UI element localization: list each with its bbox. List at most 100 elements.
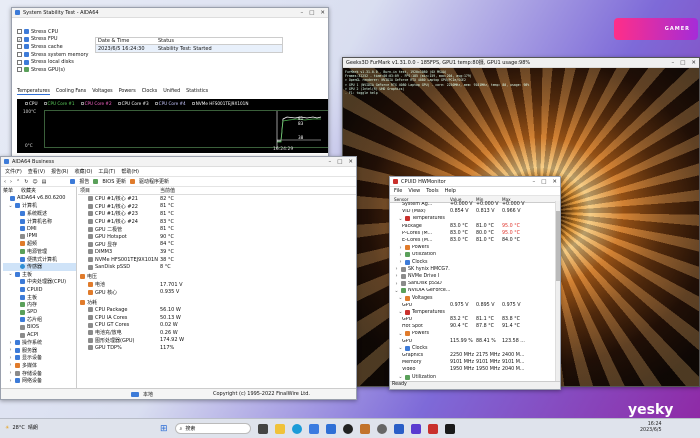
file-explorer-icon[interactable] <box>274 423 285 434</box>
tree-item[interactable]: 主板 <box>3 293 76 301</box>
tree-item[interactable]: 传感器 <box>3 262 76 271</box>
tree-tab-menu[interactable]: 菜单 <box>3 187 13 194</box>
tree-item[interactable]: › 存储设备 <box>3 369 76 377</box>
tree-toggle-icon[interactable]: › <box>8 370 13 376</box>
aida-task-icon[interactable] <box>393 423 404 434</box>
hwm-row[interactable]: P-Cores (M... 83.0 °C 80.0 °C 95.0 °C <box>390 230 560 237</box>
tree-toggle-icon[interactable]: ⌄ <box>8 271 13 277</box>
tree-item[interactable]: › 显示设备 <box>3 354 76 362</box>
tree-item[interactable]: 便携式计算机 <box>3 255 76 263</box>
app-icon[interactable] <box>410 423 421 434</box>
tree-toggle-icon[interactable]: › <box>8 347 13 353</box>
tree-item[interactable]: › 多媒体 <box>3 362 76 370</box>
hwm-row[interactable]: › NVMe Drive I <box>390 273 560 280</box>
minimize-icon[interactable]: – <box>300 10 303 16</box>
menu-item[interactable]: 文件(F) <box>5 168 22 175</box>
checkbox[interactable] <box>17 44 22 50</box>
hwm-row[interactable]: Memory 9101 MHz 9101 MHz 9101 M... <box>390 359 560 366</box>
tree-toggle-icon[interactable]: › <box>8 355 13 361</box>
hwm-row[interactable]: Video 1950 MHz 1950 MHz 2040 M... <box>390 366 560 373</box>
bios-update-button[interactable]: BIOS 更新 <box>102 178 126 185</box>
settings-icon[interactable] <box>376 423 387 434</box>
aida-titlebar[interactable]: AIDA64 Business – □ ✕ <box>1 157 356 167</box>
graph-tab[interactable]: Clocks <box>142 89 158 95</box>
hwm-row[interactable]: Package 83.0 °C 81.0 °C 95.0 °C <box>390 223 560 230</box>
back-icon[interactable]: ‹ <box>4 179 6 185</box>
menu-item[interactable]: 查看(V) <box>28 168 45 175</box>
checkbox[interactable] <box>17 67 22 73</box>
tree-toggle-icon[interactable]: ⌄ <box>398 345 403 351</box>
tree-toggle-icon[interactable]: › <box>398 245 403 251</box>
hwm-row[interactable]: E-Cores (M... 83.0 °C 81.0 °C 84.0 °C <box>390 237 560 244</box>
hwm-scrollbar[interactable] <box>555 201 560 383</box>
tree-tab-favorites[interactable]: 收藏夹 <box>21 187 36 194</box>
hwmonitor-window[interactable]: CPUID HWMonitor – □ ✕ File View Tools Help Se… <box>389 176 561 390</box>
legend-checkbox[interactable] <box>117 102 121 105</box>
menu-item[interactable]: View <box>408 188 420 194</box>
taskbar-search[interactable]: ⌕ 搜索 <box>174 423 251 434</box>
hwm-row[interactable]: VID (Max) 0.854 V 0.813 V 0.966 V <box>390 208 560 215</box>
graph-tab[interactable]: Temperatures <box>17 89 50 95</box>
hwm-row[interactable]: › Powers <box>390 244 560 251</box>
task-view-icon[interactable] <box>257 423 268 434</box>
menu-item[interactable]: 报告(R) <box>51 168 68 175</box>
stress-option[interactable]: ✓ Stress FPU <box>17 36 95 44</box>
tree-toggle-icon[interactable]: ⌄ <box>394 288 399 294</box>
tree-item[interactable]: › 操作系统 <box>3 339 76 347</box>
close-icon[interactable]: ✕ <box>348 159 353 165</box>
tree-item[interactable]: 内存 <box>3 301 76 309</box>
minimize-icon[interactable]: – <box>532 179 535 185</box>
legend-checkbox[interactable] <box>154 102 158 105</box>
app-icon-2[interactable] <box>444 423 455 434</box>
user-icon[interactable]: ☺ <box>32 179 37 185</box>
menu-item[interactable]: File <box>394 188 402 194</box>
hwm-row[interactable]: ⌄ Voltages <box>390 294 560 301</box>
furmark-titlebar[interactable]: Geeks3D FurMark v1.31.0.0 - 185FPS, GPU1… <box>343 58 699 68</box>
tree-toggle-icon[interactable]: › <box>394 273 399 279</box>
legend-item[interactable]: CPU Core #1 <box>43 101 75 106</box>
minimize-icon[interactable]: – <box>671 60 674 66</box>
hwm-row[interactable]: GPU 83.2 °C 81.1 °C 83.8 °C <box>390 316 560 323</box>
checkbox[interactable] <box>17 59 22 65</box>
legend-item[interactable]: CPU Core #3 <box>117 101 149 106</box>
furmark-task-icon[interactable] <box>359 423 370 434</box>
tree-item[interactable]: ACPI <box>3 331 76 339</box>
hwm-row[interactable]: Hot Spot 90.4 °C 87.8 °C 91.4 °C <box>390 323 560 330</box>
mail-icon[interactable] <box>325 423 336 434</box>
maximize-icon[interactable]: □ <box>541 179 546 185</box>
tree-toggle-icon[interactable]: ⌄ <box>398 331 403 337</box>
menu-item[interactable]: 帮助(H) <box>121 168 139 175</box>
chart-icon[interactable]: ▤ <box>42 179 47 185</box>
tree-item[interactable]: ⌄ 计算机 <box>3 202 76 210</box>
tree-toggle-icon[interactable]: › <box>8 340 13 346</box>
close-icon[interactable]: ✕ <box>691 60 696 66</box>
graph-tab[interactable]: Statistics <box>186 89 208 95</box>
menu-item[interactable]: Tools <box>426 188 438 194</box>
hwm-row[interactable]: › SanDisk pSSD <box>390 280 560 287</box>
tree-item[interactable]: › 网络设备 <box>3 377 76 385</box>
tree-toggle-icon[interactable]: ⌄ <box>8 203 13 209</box>
tree-item[interactable]: BIOS <box>3 324 76 332</box>
graph-tab[interactable]: Voltages <box>92 89 113 95</box>
aida64-window[interactable]: AIDA64 Business – □ ✕ 文件(F) 查看(V) 报告(R) 收藏(O)… <box>0 156 357 400</box>
edge-icon[interactable] <box>291 423 302 434</box>
legend-checkbox[interactable] <box>25 102 28 105</box>
up-icon[interactable]: ⌃ <box>16 179 20 185</box>
graph-tab[interactable]: Cooling Fans <box>56 89 86 95</box>
tree-toggle-icon[interactable]: ⌄ <box>398 295 403 301</box>
tree-toggle-icon[interactable]: › <box>394 281 399 287</box>
hwm-row[interactable]: ⌄ NVIDIA GeForce... <box>390 287 560 294</box>
minimize-icon[interactable]: – <box>328 159 331 165</box>
stress-option[interactable]: Stress system memory <box>17 51 95 59</box>
legend-item[interactable]: NVMe HFS001TEJ9X101N <box>191 101 248 106</box>
hwm-row[interactable]: GPU 0.975 V 0.895 V 0.975 V <box>390 302 560 309</box>
tree-item[interactable]: CPUID <box>3 286 76 294</box>
tree-toggle-icon[interactable]: ⌄ <box>398 374 403 380</box>
tree-item[interactable]: DMI <box>3 225 76 233</box>
stress-option[interactable]: Stress local disks <box>17 58 95 66</box>
hwm-titlebar[interactable]: CPUID HWMonitor – □ ✕ <box>390 177 560 187</box>
tree-item[interactable]: 系统概述 <box>3 210 76 218</box>
tree-item[interactable]: 中央处理器(CPU) <box>3 278 76 286</box>
tree-item[interactable]: 电源管理 <box>3 248 76 256</box>
tree-toggle-icon[interactable]: ⌄ <box>398 309 403 315</box>
